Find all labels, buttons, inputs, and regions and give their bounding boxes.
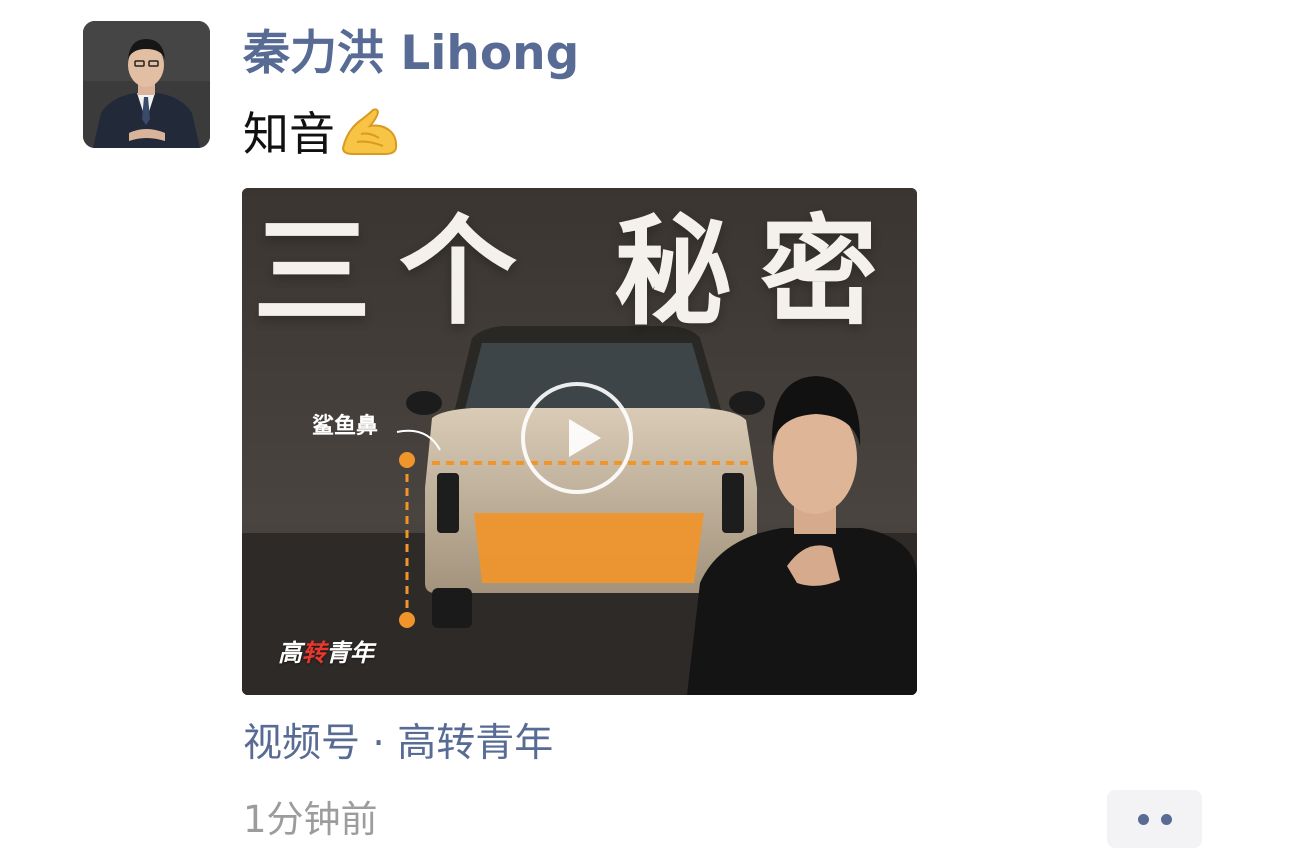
watermark-part-1: 高 (278, 639, 302, 667)
more-dots-icon (1161, 814, 1172, 825)
pinching-hand-emoji-icon (339, 104, 399, 169)
post-text-content: 知音 (243, 107, 335, 161)
avatar-image (83, 21, 210, 148)
watermark-part-2: 转 (302, 639, 326, 667)
author-name[interactable]: 秦力洪 Lihong (243, 24, 579, 84)
post-timestamp: 1分钟前 (243, 798, 378, 841)
post-text: 知音 (243, 104, 399, 169)
video-cover-label: 鲨鱼鼻 (312, 414, 379, 439)
more-button[interactable] (1107, 790, 1202, 848)
watermark-part-3: 青年 (326, 639, 374, 667)
avatar[interactable] (83, 21, 210, 148)
play-button[interactable] (521, 382, 633, 494)
video-card[interactable]: 三个 秘密 鲨鱼鼻 高转青年 (242, 188, 917, 695)
channel-link[interactable]: 视频号 · 高转青年 (243, 716, 553, 772)
video-cover-watermark: 高转青年 (278, 638, 374, 668)
more-dots-icon (1138, 814, 1149, 825)
play-icon (569, 419, 601, 457)
video-cover-headline: 三个 秘密 (252, 203, 907, 341)
